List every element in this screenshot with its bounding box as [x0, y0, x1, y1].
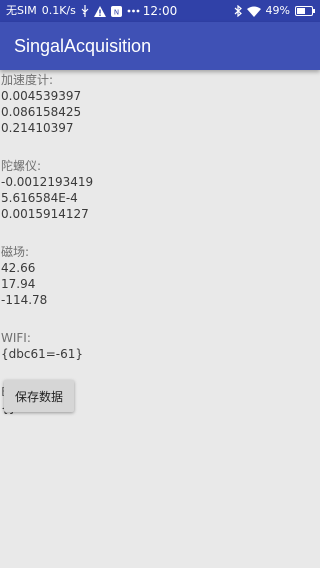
magnetometer-section: 磁场: 42.66 17.94 -114.78	[1, 244, 317, 308]
more-icon	[127, 9, 140, 13]
gyroscope-y: 5.616584E-4	[1, 191, 78, 205]
app-bar: SingalAcquisition	[0, 22, 320, 70]
bluetooth-icon	[234, 5, 242, 17]
accelerometer-z: 0.21410397	[1, 121, 74, 135]
battery-text: 49%	[265, 4, 290, 17]
usb-icon	[81, 5, 89, 17]
accelerometer-y: 0.086158425	[1, 105, 82, 119]
app-title: SingalAcquisition	[14, 36, 152, 56]
gyroscope-section: 陀螺仪: -0.0012193419 5.616584E-4 0.0015914…	[1, 158, 317, 222]
gyroscope-z: 0.0015914127	[1, 207, 89, 221]
notification-icon: N	[110, 5, 122, 17]
accelerometer-label: 加速度计:	[1, 73, 54, 87]
accelerometer-x: 0.004539397	[1, 89, 82, 103]
status-bar: 12:00 无SIM 0.1K/s N 49%	[0, 0, 320, 22]
magnetometer-z: -114.78	[1, 293, 48, 307]
wifi-label: WIFI:	[1, 331, 31, 345]
save-data-button[interactable]: 保存数据	[4, 380, 74, 412]
gyroscope-x: -0.0012193419	[1, 175, 94, 189]
wifi-value: {dbc61=-61}	[1, 347, 84, 361]
wifi-icon	[246, 6, 261, 17]
svg-text:N: N	[114, 8, 119, 16]
magnetometer-x: 42.66	[1, 261, 36, 275]
status-left: 无SIM 0.1K/s N	[6, 0, 140, 22]
carrier-text: 无SIM	[6, 4, 37, 17]
magnetometer-y: 17.94	[1, 277, 36, 291]
wifi-section: WIFI: {dbc61=-61}	[1, 330, 317, 362]
battery-icon	[295, 6, 315, 16]
magnetometer-label: 磁场:	[1, 245, 30, 259]
network-speed: 0.1K/s	[41, 4, 76, 17]
accelerometer-section: 加速度计: 0.004539397 0.086158425 0.21410397	[1, 72, 317, 136]
gyroscope-label: 陀螺仪:	[1, 159, 42, 173]
status-right: 49%	[234, 0, 315, 22]
warning-icon	[93, 5, 106, 17]
